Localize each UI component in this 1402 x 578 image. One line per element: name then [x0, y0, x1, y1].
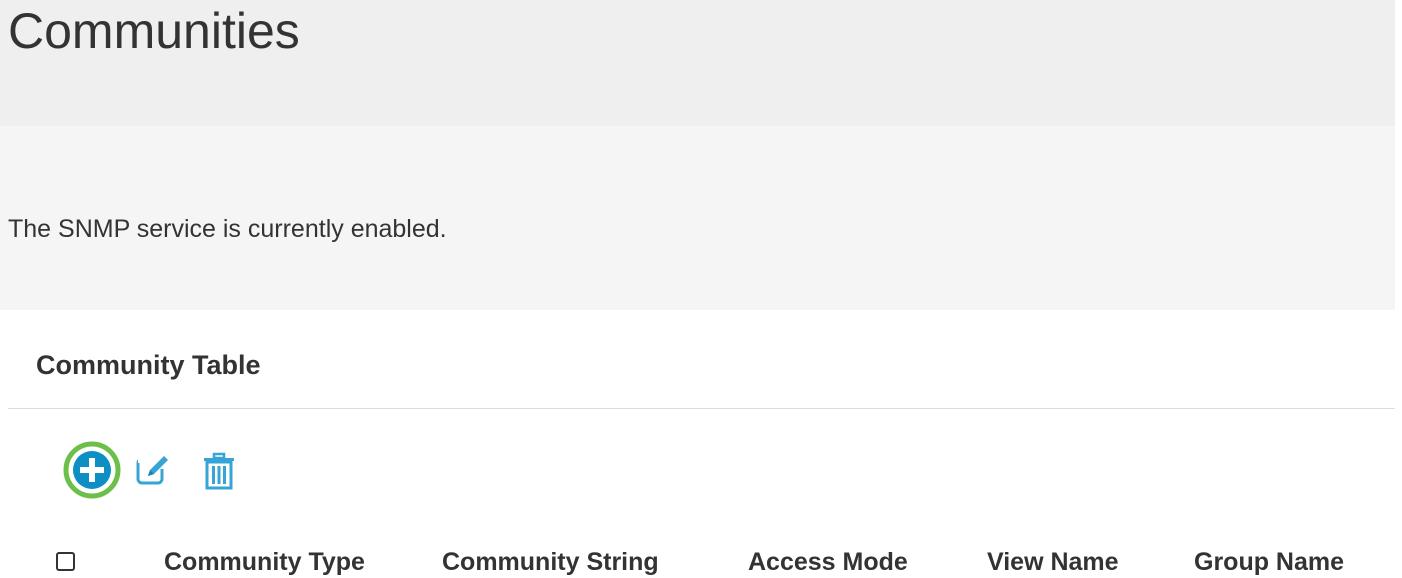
column-header-view-name[interactable]: View Name: [987, 550, 1119, 575]
column-header-group-name[interactable]: Group Name: [1194, 550, 1344, 575]
edit-icon: [136, 455, 170, 485]
panel-title: Community Table: [36, 350, 261, 380]
page: Communities The SNMP service is currentl…: [0, 0, 1402, 578]
plus-circle-icon: [63, 441, 121, 499]
column-header-access-mode[interactable]: Access Mode: [748, 550, 908, 575]
add-button[interactable]: [62, 440, 122, 500]
select-all-checkbox[interactable]: [56, 552, 75, 571]
delete-button[interactable]: [202, 452, 236, 490]
title-band: Communities: [0, 0, 1395, 126]
column-header-community-type[interactable]: Community Type: [164, 550, 365, 575]
column-header-community-string[interactable]: Community String: [442, 550, 659, 575]
community-table-panel: Community Table Community Type Community…: [8, 310, 1395, 578]
trash-icon: [204, 452, 234, 490]
panel-divider: [8, 408, 1395, 409]
edit-button[interactable]: [136, 453, 172, 487]
table-header-row: Community Type Community String Access M…: [8, 542, 1395, 578]
page-title: Communities: [8, 3, 300, 59]
snmp-status-text: The SNMP service is currently enabled.: [8, 215, 447, 243]
